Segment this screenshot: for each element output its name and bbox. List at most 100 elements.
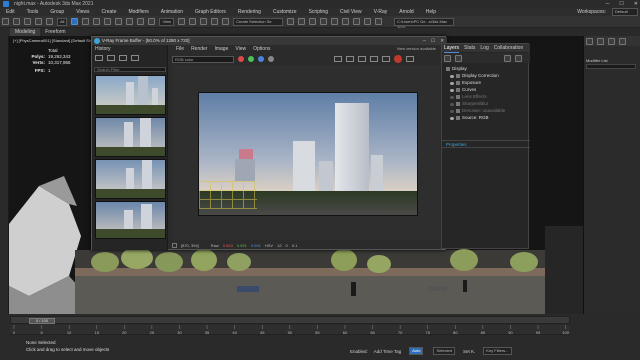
menu-civil-view[interactable]: Civil View <box>334 8 368 16</box>
save-image-icon[interactable] <box>334 56 342 62</box>
eye-icon[interactable] <box>450 109 454 113</box>
link-icon[interactable] <box>24 18 31 25</box>
green-channel-icon[interactable] <box>248 56 254 62</box>
eye-icon[interactable] <box>450 102 454 106</box>
render-frame-icon[interactable] <box>364 18 372 25</box>
add-time-tag[interactable]: Add Time Tag <box>374 349 401 354</box>
menu-views[interactable]: Views <box>70 8 95 16</box>
render-icon[interactable] <box>375 18 383 25</box>
unlink-icon[interactable] <box>35 18 42 25</box>
blue-channel-icon[interactable] <box>258 56 264 62</box>
create-tab-icon[interactable] <box>586 37 593 45</box>
layer-item[interactable]: Display <box>446 66 467 72</box>
menu-modifiers[interactable]: Modifiers <box>122 8 154 16</box>
menu-animation[interactable]: Animation <box>155 8 189 16</box>
filter-select[interactable]: All <box>57 17 68 26</box>
time-slider-track[interactable]: 0 / 100 <box>10 316 570 324</box>
menu-group[interactable]: Group <box>44 8 70 16</box>
tab-log[interactable]: Log <box>480 44 488 52</box>
key-filters-button[interactable]: Key Filters... <box>483 347 512 355</box>
layer-explorer-icon[interactable] <box>309 18 317 25</box>
timeline-ruler[interactable]: 0 5 10 15 20 25 30 35 40 45 50 55 60 65 70 75 80 85 90 95 10… <box>10 325 570 335</box>
pixel-hsv[interactable]: HSV <box>265 243 273 248</box>
coordinate-select[interactable]: View <box>159 17 175 26</box>
vfb-menu-render[interactable]: Render <box>191 45 207 53</box>
menu-scripting[interactable]: Scripting <box>303 8 334 16</box>
pixel-mode[interactable]: Raw <box>211 243 219 248</box>
track-mouse-icon[interactable] <box>370 56 378 62</box>
menu-create[interactable]: Create <box>95 8 122 16</box>
menu-arnold[interactable]: Arnold <box>393 8 419 16</box>
hierarchy-tab-icon[interactable] <box>608 37 615 45</box>
eye-icon[interactable] <box>450 95 454 99</box>
modify-tab-icon[interactable] <box>597 37 604 45</box>
workspaces-select[interactable]: Default <box>612 8 638 16</box>
history-thumbnail[interactable] <box>95 117 166 157</box>
rotate-icon[interactable] <box>126 18 134 25</box>
maximize-icon[interactable]: ☐ <box>619 0 623 8</box>
render-last-icon[interactable] <box>382 56 390 62</box>
eye-icon[interactable] <box>450 116 454 120</box>
scale-icon[interactable] <box>137 18 145 25</box>
redo-layer-icon[interactable] <box>515 54 522 62</box>
compare-ab-icon[interactable] <box>119 55 127 61</box>
place-icon[interactable] <box>148 18 156 25</box>
selected-dropdown[interactable]: Selected <box>433 347 456 355</box>
region-render-icon[interactable] <box>358 56 366 62</box>
vfb-menu-view[interactable]: View <box>235 45 246 53</box>
mirror-icon[interactable] <box>287 18 295 25</box>
auto-key-button[interactable]: Auto <box>409 347 424 355</box>
object-name-field[interactable] <box>586 64 636 69</box>
snap-icon[interactable] <box>189 18 197 25</box>
red-channel-icon[interactable] <box>238 56 244 62</box>
layer-item[interactable]: Sharpen/Blur <box>450 101 488 107</box>
modifier-list-label[interactable]: Modifier List <box>586 58 608 63</box>
window-crossing-icon[interactable] <box>104 18 112 25</box>
move-icon[interactable] <box>115 18 123 25</box>
menu-graph-editors[interactable]: Graph Editors <box>189 8 232 16</box>
layer-item[interactable]: Curves <box>450 87 476 93</box>
new-version-notice[interactable]: New version available <box>397 46 436 51</box>
layer-item[interactable]: Display Correction <box>450 73 499 79</box>
layer-item[interactable]: Lens Effects <box>450 94 487 100</box>
align-icon[interactable] <box>298 18 306 25</box>
menu-vray[interactable]: V-Ray <box>368 8 394 16</box>
bind-icon[interactable] <box>46 18 53 25</box>
vfb-maximize-icon[interactable]: ☐ <box>431 37 435 45</box>
menu-edit[interactable]: Edit <box>0 8 21 16</box>
load-history-icon[interactable] <box>107 55 115 61</box>
select-by-name-icon[interactable] <box>82 18 90 25</box>
layer-item[interactable]: Source: RGB <box>450 115 489 121</box>
render-setup-icon[interactable] <box>353 18 361 25</box>
minimize-icon[interactable]: ─ <box>606 0 610 8</box>
undo-icon[interactable] <box>2 18 9 25</box>
delete-history-icon[interactable] <box>131 55 139 61</box>
layer-item[interactable]: Denoiser: unavailable <box>450 108 505 114</box>
spinner-snap-icon[interactable] <box>222 18 230 25</box>
menu-help[interactable]: Help <box>420 8 442 16</box>
tab-freeform[interactable]: Freeform <box>40 28 70 36</box>
schematic-view-icon[interactable] <box>331 18 339 25</box>
tab-stats[interactable]: Stats <box>464 44 475 52</box>
menu-tools[interactable]: Tools <box>21 8 45 16</box>
motion-tab-icon[interactable] <box>619 37 626 45</box>
history-search-input[interactable]: Search Filter <box>94 67 166 72</box>
history-thumbnail[interactable] <box>95 159 166 199</box>
history-thumbnail[interactable] <box>95 201 166 239</box>
vfb-menu-options[interactable]: Options <box>253 45 270 53</box>
channel-select[interactable]: RGB color <box>172 55 234 63</box>
alpha-channel-icon[interactable] <box>268 56 274 62</box>
layer-item[interactable]: Exposure <box>450 80 481 86</box>
percent-snap-icon[interactable] <box>211 18 219 25</box>
project-path[interactable]: C:\Users\PC De...s\3ds Max 2021 <box>394 17 455 30</box>
undo-layer-icon[interactable] <box>504 54 511 62</box>
clear-image-icon[interactable] <box>346 56 354 62</box>
vfb-menu-file[interactable]: File <box>176 45 184 53</box>
eye-icon[interactable] <box>450 81 454 85</box>
set-key-button[interactable]: Set K. <box>463 349 475 354</box>
select-object-icon[interactable] <box>71 18 79 25</box>
curve-editor-icon[interactable] <box>320 18 328 25</box>
history-thumbnail[interactable] <box>95 75 166 115</box>
material-editor-icon[interactable] <box>342 18 350 25</box>
save-history-icon[interactable] <box>95 55 103 61</box>
